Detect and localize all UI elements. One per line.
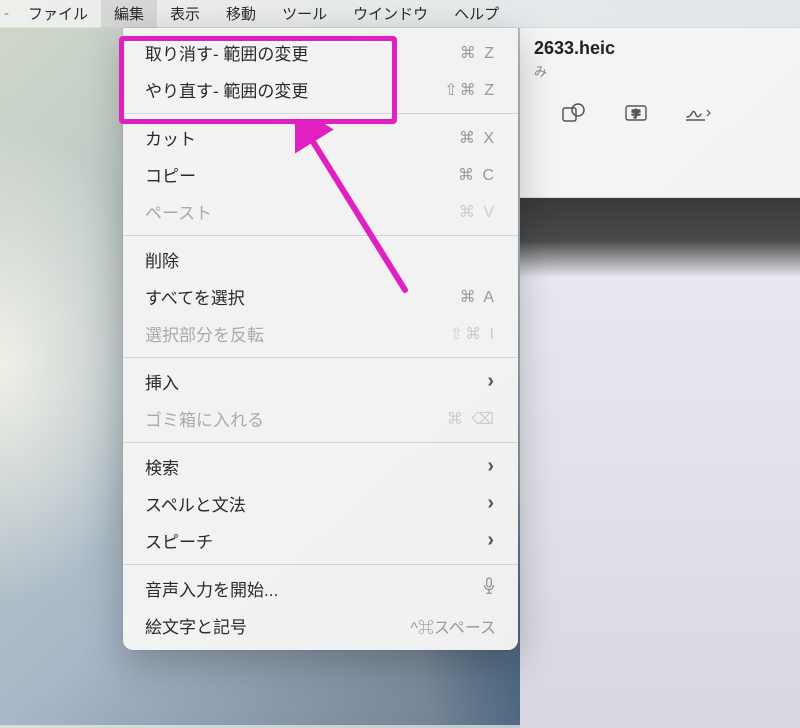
- menu-label: 検索: [145, 454, 179, 479]
- menu-shortcut: ⌘ C: [458, 165, 496, 185]
- menu-shortcut: ⇧⌘ I: [450, 324, 496, 344]
- menu-go[interactable]: 移動: [213, 0, 269, 28]
- menu-label: 取り消す- 範囲の変更: [145, 40, 308, 65]
- menu-tools[interactable]: ツール: [269, 0, 340, 28]
- menu-window[interactable]: ウインドウ: [340, 0, 441, 28]
- menu-emoji-symbols[interactable]: 絵文字と記号 ^⌘スペース: [123, 607, 518, 644]
- menu-label: すべてを選択: [145, 284, 245, 309]
- window-subtitle: み: [520, 61, 800, 80]
- menu-label: やり直す- 範囲の変更: [145, 77, 308, 102]
- menu-select-all[interactable]: すべてを選択 ⌘ A: [123, 278, 518, 315]
- menu-label: スペルと文法: [145, 491, 246, 516]
- signature-tool-icon[interactable]: [682, 100, 714, 126]
- menu-redo[interactable]: やり直す- 範囲の変更 ⇧⌘ Z: [123, 71, 518, 108]
- menu-separator: [123, 564, 518, 565]
- menu-label: 絵文字と記号: [145, 613, 247, 638]
- menu-invert-selection: 選択部分を反転 ⇧⌘ I: [123, 315, 518, 352]
- menu-label: 音声入力を開始...: [145, 576, 278, 601]
- document-window-titlebar: 2633.heic み 字: [520, 28, 800, 198]
- menu-label: カット: [145, 125, 196, 150]
- menu-shortcut: ⌘ X: [459, 128, 496, 148]
- menu-shortcut: ⌘ ⌫: [447, 409, 496, 429]
- menu-label: 削除: [145, 247, 179, 272]
- menu-delete[interactable]: 削除: [123, 241, 518, 278]
- window-toolbar: 字: [520, 80, 800, 136]
- edit-dropdown-menu: 取り消す- 範囲の変更 ⌘ Z やり直す- 範囲の変更 ⇧⌘ Z カット ⌘ X…: [123, 28, 518, 650]
- menu-move-to-trash: ゴミ箱に入れる ⌘ ⌫: [123, 400, 518, 437]
- menu-start-dictation[interactable]: 音声入力を開始...: [123, 570, 518, 607]
- menu-shortcut: ⇧⌘ Z: [444, 80, 496, 100]
- menu-label: スピーチ: [145, 528, 213, 553]
- menu-separator: [123, 357, 518, 358]
- menu-find[interactable]: 検索 ›: [123, 448, 518, 485]
- menu-edit[interactable]: 編集: [101, 0, 157, 28]
- chevron-right-icon: ›: [487, 492, 494, 515]
- menu-label: 挿入: [145, 369, 179, 394]
- menu-label: コピー: [145, 162, 196, 187]
- menu-view[interactable]: 表示: [157, 0, 213, 28]
- menubar: - ファイル 編集 表示 移動 ツール ウインドウ ヘルプ: [0, 0, 800, 28]
- menu-label: ゴミ箱に入れる: [145, 406, 264, 431]
- menu-shortcut: ⌘ V: [459, 202, 496, 222]
- menu-shortcut: ^⌘スペース: [410, 614, 496, 638]
- microphone-icon: [482, 577, 496, 600]
- text-tool-icon[interactable]: 字: [620, 100, 652, 126]
- menu-file[interactable]: ファイル: [15, 0, 101, 28]
- menu-spelling-grammar[interactable]: スペルと文法 ›: [123, 485, 518, 522]
- menu-separator: [123, 235, 518, 236]
- window-title: 2633.heic: [520, 28, 800, 61]
- menu-separator: [123, 113, 518, 114]
- chevron-right-icon: ›: [487, 455, 494, 478]
- menu-insert[interactable]: 挿入 ›: [123, 363, 518, 400]
- menu-undo[interactable]: 取り消す- 範囲の変更 ⌘ Z: [123, 34, 518, 71]
- menu-speech[interactable]: スピーチ ›: [123, 522, 518, 559]
- menu-help[interactable]: ヘルプ: [441, 0, 512, 28]
- menu-shortcut: ⌘ A: [460, 287, 496, 307]
- menu-apple-truncated: -: [4, 0, 15, 28]
- chevron-right-icon: ›: [487, 529, 494, 552]
- svg-text:字: 字: [631, 108, 640, 119]
- shapes-tool-icon[interactable]: [558, 100, 590, 126]
- chevron-right-icon: ›: [487, 370, 494, 393]
- menu-separator: [123, 442, 518, 443]
- menu-copy[interactable]: コピー ⌘ C: [123, 156, 518, 193]
- menu-label: ペースト: [145, 199, 212, 224]
- menu-label: 選択部分を反転: [145, 321, 264, 346]
- menu-cut[interactable]: カット ⌘ X: [123, 119, 518, 156]
- document-image-viewport: [520, 198, 800, 728]
- menu-shortcut: ⌘ Z: [460, 43, 496, 63]
- menu-paste: ペースト ⌘ V: [123, 193, 518, 230]
